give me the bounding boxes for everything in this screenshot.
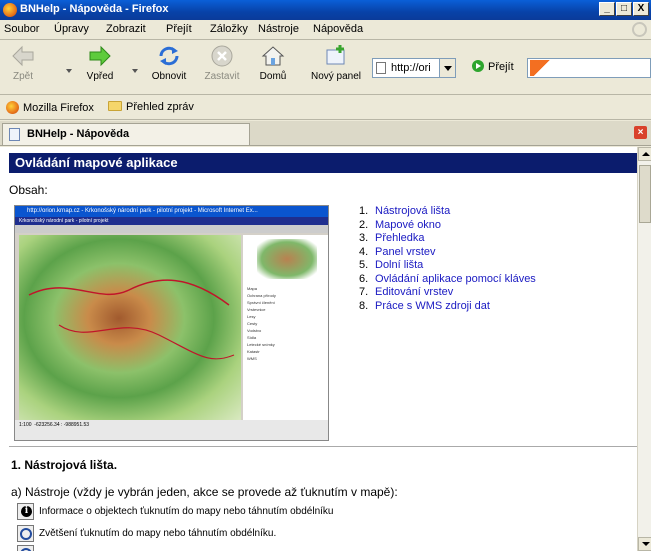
close-window-button[interactable]: X <box>633 2 649 16</box>
go-button[interactable]: Přejít <box>472 60 514 73</box>
toc-item[interactable]: 7. Editování vrstev <box>359 286 536 300</box>
menu-zalozky[interactable]: Záložky <box>210 23 248 35</box>
screenshot-map <box>19 235 241 420</box>
url-bar[interactable]: http://ori <box>372 58 456 78</box>
page-content: Ovládání mapové aplikace Obsah: http://o… <box>0 147 637 551</box>
tab-bnhelp[interactable]: BNHelp - Nápověda <box>2 123 250 145</box>
trail-lines <box>28 279 235 360</box>
scroll-thumb[interactable] <box>639 165 651 223</box>
window-controls: _ □ X <box>599 2 649 16</box>
application-screenshot: http://orion.krnap.cz - Krkonošský národ… <box>14 205 329 441</box>
forward-button[interactable]: Vpřed <box>82 43 118 82</box>
menu-upravy[interactable]: Úpravy <box>54 23 89 35</box>
home-icon <box>261 46 285 66</box>
menu-zobrazit[interactable]: Zobrazit <box>106 23 146 35</box>
zoom-out-icon <box>17 545 34 551</box>
tab-bar: BNHelp - Nápověda <box>0 121 651 146</box>
page-icon <box>376 62 386 74</box>
bookmark-mozilla-firefox[interactable]: Mozilla Firefox <box>6 101 94 114</box>
section-title: 1. Nástrojová lišta. <box>11 458 118 472</box>
toc-item[interactable]: 5. Dolní lišta <box>359 259 536 273</box>
divider <box>9 446 637 447</box>
zoom-in-icon <box>17 525 34 542</box>
tool-info-row: Informace o objektech ťuknutím do mapy n… <box>17 503 333 520</box>
toc-item[interactable]: 3. Přehledka <box>359 232 536 246</box>
menu-nastroje[interactable]: Nástroje <box>258 23 299 35</box>
bookmarks-toolbar: Mozilla Firefox Přehled zpráv <box>0 96 651 120</box>
bookmark-prehled-zprav[interactable]: Přehled zpráv <box>108 101 194 113</box>
screenshot-toolbar <box>15 225 328 233</box>
back-arrow-icon <box>12 45 34 67</box>
contents-label: Obsah: <box>9 183 48 197</box>
toc-item[interactable]: 1. Nástrojová lišta <box>359 205 536 219</box>
forward-arrow-icon <box>89 45 111 67</box>
menu-bar: Soubor Úpravy Zobrazit Přejít Záložky Ná… <box>0 20 651 40</box>
toc-item[interactable]: 4. Panel vrstev <box>359 246 536 260</box>
screenshot-overview-map <box>257 239 317 279</box>
scroll-up-icon[interactable] <box>638 147 651 161</box>
menu-prejit[interactable]: Přejít <box>166 23 192 35</box>
table-of-contents: 1. Nástrojová lišta 2. Mapové okno 3. Přehl… <box>359 205 536 313</box>
scroll-down-icon[interactable] <box>638 537 651 551</box>
new-panel-button[interactable]: Nový panel <box>308 43 364 82</box>
home-button[interactable]: Domů <box>258 43 288 82</box>
screenshot-layer-panel: Mapa Ochrana přírody Správní členění Vrs… <box>243 235 328 420</box>
screenshot-layer-list: Mapa Ochrana přírody Správní členění Vrs… <box>247 286 276 361</box>
minimize-button[interactable]: _ <box>599 2 615 16</box>
window-title: BNHelp - Nápověda - Firefox <box>20 3 169 15</box>
throbber-icon <box>632 22 647 37</box>
page-heading: Ovládání mapové aplikace <box>9 153 637 173</box>
toc-item[interactable]: 6. Ovládání aplikace pomocí kláves <box>359 273 536 287</box>
tool-next-row <box>17 545 39 551</box>
back-button[interactable]: Zpět <box>8 43 38 82</box>
forward-dropdown-icon[interactable] <box>132 69 138 73</box>
url-dropdown-icon[interactable] <box>439 59 455 77</box>
info-icon <box>17 503 34 520</box>
screenshot-status-bar: 1:100 -623256.34 : -988951.53 <box>15 420 328 440</box>
navigation-toolbar: Zpět Vpřed Obnovit Zastavit Domů Nový pa… <box>0 41 651 95</box>
new-tab-icon <box>326 45 345 65</box>
menu-napoveda[interactable]: Nápověda <box>313 23 363 35</box>
go-icon <box>472 60 484 72</box>
toc-item[interactable]: 8. Práce s WMS zdroji dat <box>359 300 536 314</box>
page-icon <box>9 128 20 141</box>
folder-icon <box>108 101 122 111</box>
reload-icon <box>159 46 179 66</box>
tools-paragraph: a) Nástroje (vždy je vybrán jeden, akce … <box>11 485 398 499</box>
url-text[interactable]: http://ori <box>391 62 439 74</box>
back-dropdown-icon[interactable] <box>66 69 72 73</box>
vertical-scrollbar[interactable] <box>637 147 651 551</box>
toc-item[interactable]: 2. Mapové okno <box>359 219 536 233</box>
reload-button[interactable]: Obnovit <box>147 43 191 82</box>
tool-zoom-row: Zvětšení ťuknutím do mapy nebo táhnutím … <box>17 525 276 542</box>
maximize-button[interactable]: □ <box>616 2 632 16</box>
search-engine-icon[interactable] <box>530 60 554 76</box>
firefox-icon <box>6 101 19 114</box>
firefox-icon <box>3 3 17 17</box>
close-tab-icon[interactable]: × <box>634 126 647 139</box>
title-bar: BNHelp - Nápověda - Firefox _ □ X <box>0 0 651 20</box>
screenshot-title: http://orion.krnap.cz - Krkonošský národ… <box>15 206 328 217</box>
stop-icon <box>211 45 233 67</box>
screenshot-subtitle: Krkonošský národní park - pilotní projek… <box>15 217 328 225</box>
search-box[interactable] <box>527 58 651 78</box>
stop-button[interactable]: Zastavit <box>200 43 244 82</box>
menu-soubor[interactable]: Soubor <box>4 23 39 35</box>
